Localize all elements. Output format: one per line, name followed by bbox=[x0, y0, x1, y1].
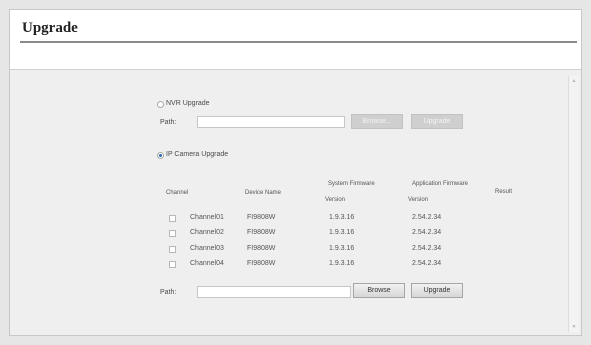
row-channel: Channel03 bbox=[190, 245, 224, 252]
nvr-path-label: Path: bbox=[160, 119, 177, 126]
ipc-browse-button[interactable]: Browse bbox=[353, 283, 405, 298]
row-system-fw: 1.9.3.16 bbox=[329, 245, 355, 252]
row-channel: Channel02 bbox=[190, 229, 224, 236]
nvr-upgrade-button[interactable]: Upgrade bbox=[411, 114, 463, 129]
row-checkbox[interactable] bbox=[169, 246, 176, 253]
row-checkbox[interactable] bbox=[169, 215, 176, 222]
ipc-path-input[interactable] bbox=[197, 286, 351, 298]
row-device-name: FI9808W bbox=[247, 245, 276, 252]
upgrade-panel: Upgrade NVR Upgrade Path: Browse... Upgr… bbox=[9, 9, 582, 336]
nvr-upgrade-label: NVR Upgrade bbox=[166, 100, 210, 107]
row-app-fw: 2.54.2.34 bbox=[412, 245, 442, 252]
row-channel: Channel01 bbox=[190, 214, 224, 221]
col-app-firmware-header: Application Firmware bbox=[412, 181, 469, 187]
col-system-firmware-header: System Firmware bbox=[328, 181, 375, 187]
row-checkbox[interactable] bbox=[169, 261, 176, 268]
scroll-up-icon[interactable]: ▲ bbox=[569, 76, 579, 86]
col-system-firmware-version-header: Version bbox=[325, 197, 346, 203]
vertical-scrollbar[interactable]: ▲ ▼ bbox=[568, 76, 579, 332]
scroll-down-icon[interactable]: ▼ bbox=[569, 322, 579, 332]
col-app-firmware-version-header: Version bbox=[408, 197, 429, 203]
row-app-fw: 2.54.2.34 bbox=[412, 260, 442, 267]
header: Upgrade bbox=[10, 10, 581, 70]
ipc-upgrade-button[interactable]: Upgrade bbox=[411, 283, 463, 298]
row-system-fw: 1.9.3.16 bbox=[329, 229, 355, 236]
col-result-header: Result bbox=[495, 189, 513, 195]
content-area: NVR Upgrade Path: Browse... Upgrade IP C… bbox=[10, 70, 581, 335]
row-system-fw: 1.9.3.16 bbox=[329, 260, 355, 267]
row-device-name: FI9808W bbox=[247, 260, 276, 267]
nvr-path-input[interactable] bbox=[197, 116, 345, 128]
row-checkbox[interactable] bbox=[169, 230, 176, 237]
row-app-fw: 2.54.2.34 bbox=[412, 229, 442, 236]
row-channel: Channel04 bbox=[190, 260, 224, 267]
title-divider bbox=[20, 41, 577, 43]
ipc-path-label: Path: bbox=[160, 289, 177, 296]
nvr-browse-button[interactable]: Browse... bbox=[351, 114, 403, 129]
nvr-upgrade-radio[interactable] bbox=[157, 101, 164, 108]
row-system-fw: 1.9.3.16 bbox=[329, 214, 355, 221]
ipc-upgrade-radio[interactable] bbox=[157, 152, 164, 159]
page-title: Upgrade bbox=[22, 20, 78, 36]
col-device-name-header: Device Name bbox=[245, 190, 282, 196]
row-app-fw: 2.54.2.34 bbox=[412, 214, 442, 221]
row-device-name: FI9808W bbox=[247, 214, 276, 221]
col-channel-header: Channel bbox=[166, 190, 189, 196]
ipc-upgrade-label: IP Camera Upgrade bbox=[166, 151, 229, 158]
row-device-name: FI9808W bbox=[247, 229, 276, 236]
